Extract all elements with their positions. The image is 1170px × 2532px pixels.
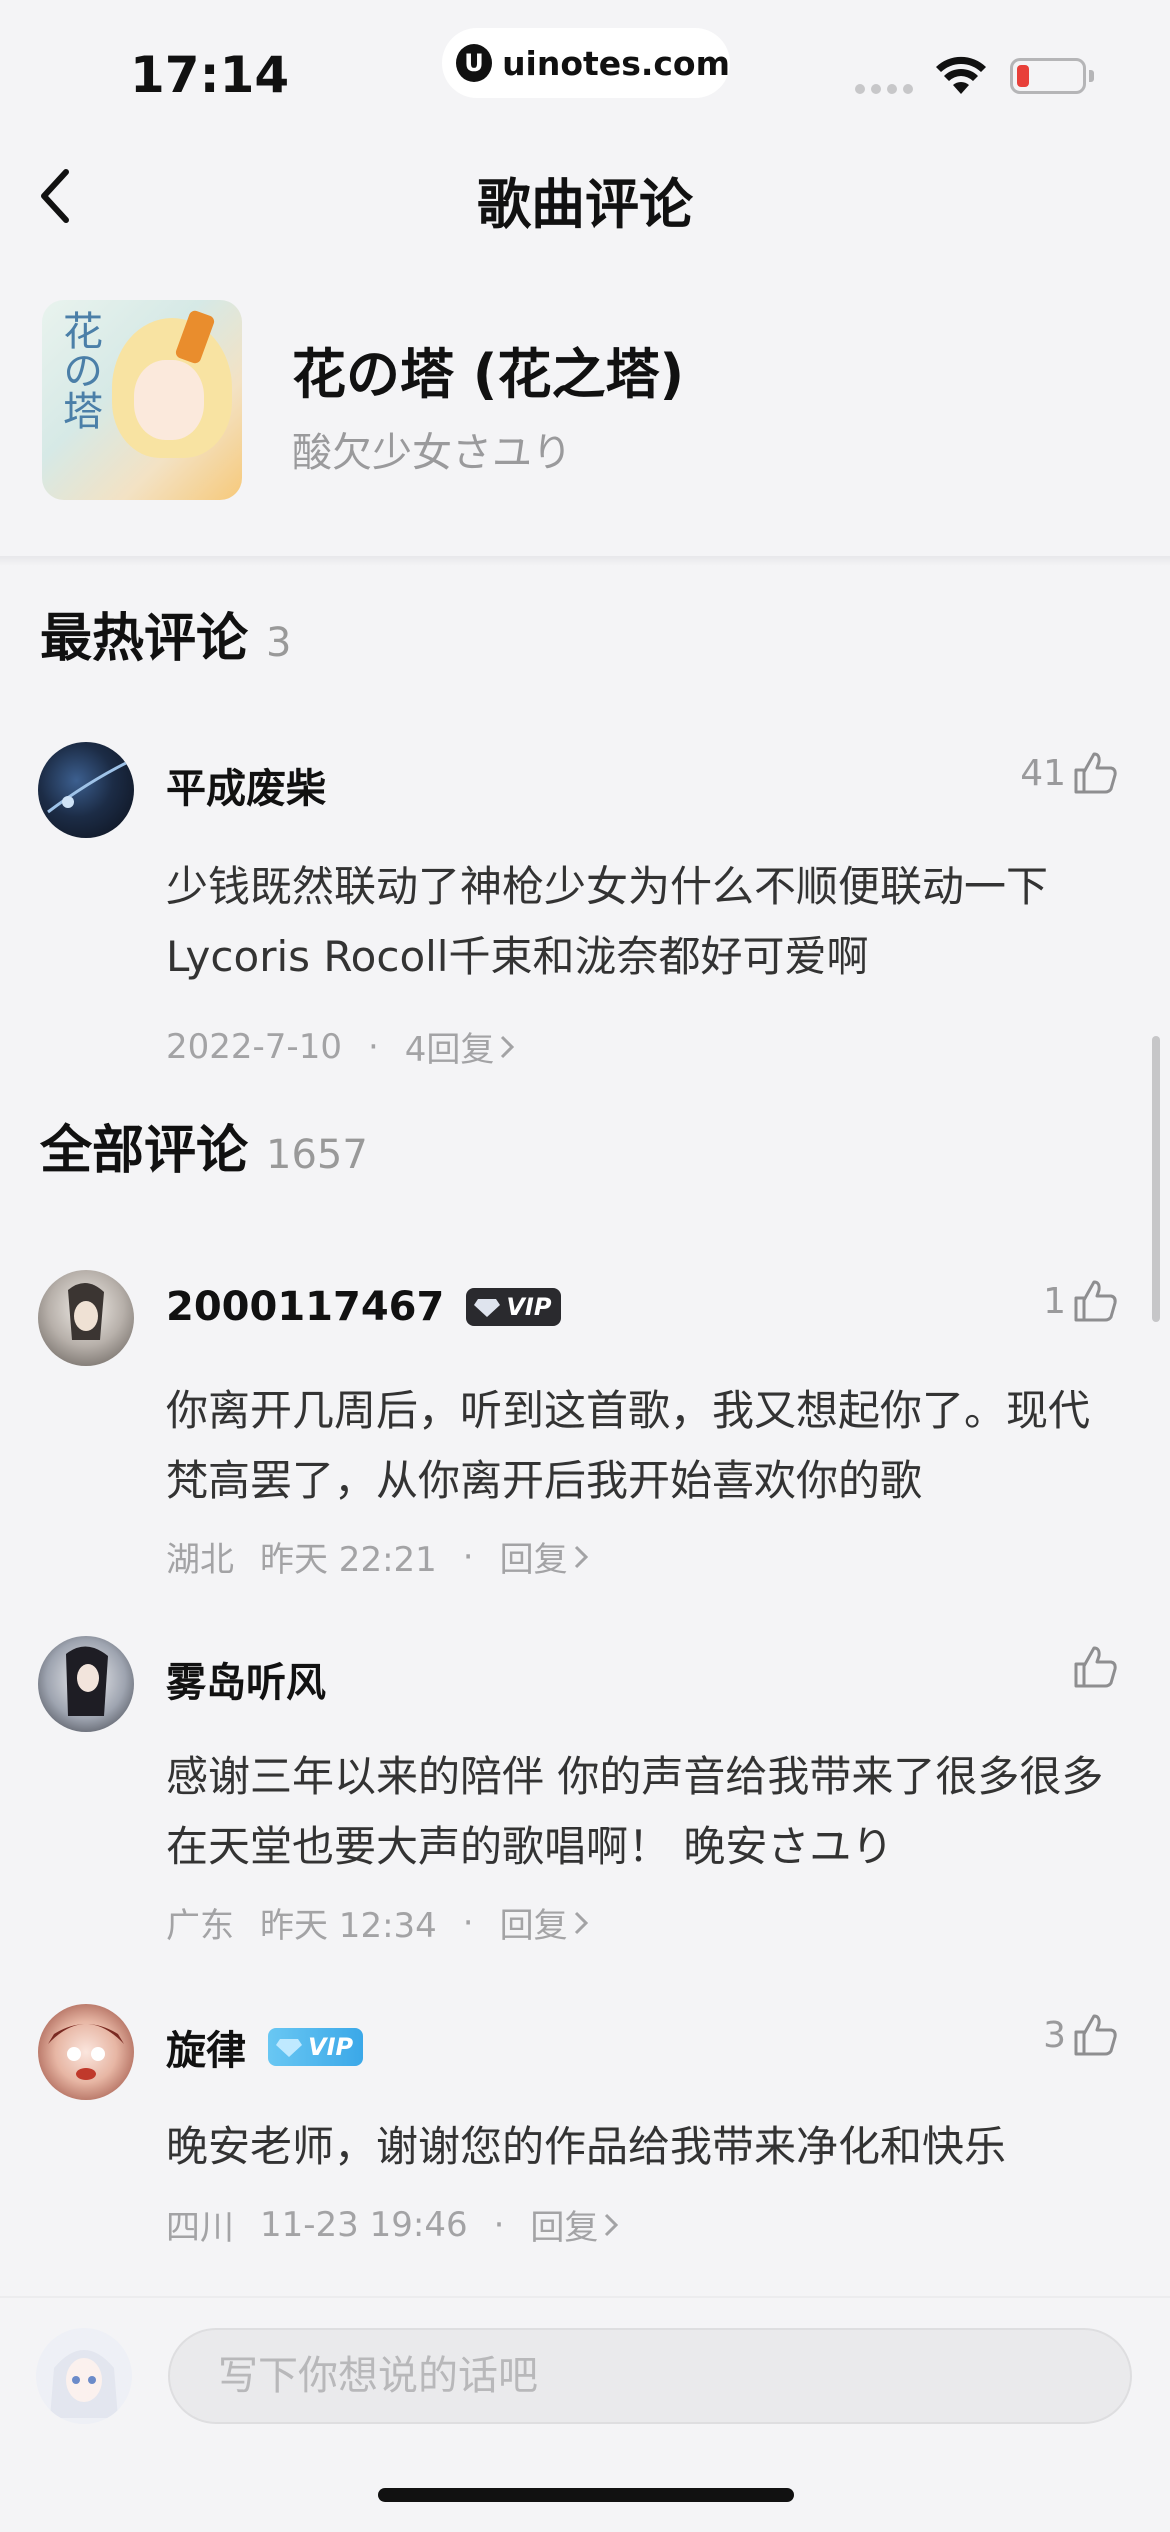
like-count: 41: [1020, 752, 1066, 794]
like-button[interactable]: 41: [1020, 748, 1120, 798]
watermark-text: uinotes.com: [502, 43, 730, 83]
section-title-hot-label: 最热评论: [40, 609, 249, 669]
comment-location: 湖北: [166, 1540, 234, 1580]
status-time: 17:14: [130, 46, 290, 104]
comment-time: 11-23 19:46: [260, 2204, 468, 2245]
avatar[interactable]: [38, 742, 134, 838]
divider: [0, 556, 1170, 566]
song-title: 花の塔 (花之塔): [292, 343, 685, 406]
comment-meta: 广东 昨天 12:34 · 回复: [166, 1898, 590, 1947]
reply-label[interactable]: 回复: [500, 1532, 568, 1581]
reply-label[interactable]: 回复: [530, 2200, 598, 2249]
thumbs-up-icon: [1074, 1280, 1117, 1322]
section-title-all-label: 全部评论: [40, 1121, 249, 1181]
comment-text: 感谢三年以来的陪伴 你的声音给我带来了很多很多 在天堂也要大声的歌唱啊！ 晚安さ…: [166, 1752, 1104, 1871]
reply-button[interactable]: 回复: [500, 1898, 590, 1947]
meta-separator: ·: [367, 1026, 379, 1067]
thumbs-up-icon: [1074, 752, 1117, 794]
like-button[interactable]: 1: [1043, 1276, 1120, 1326]
like-count: 3: [1043, 2014, 1066, 2056]
chevron-right-icon: [574, 1911, 588, 1934]
status-bar: 17:14 U uinotes.com: [0, 0, 1170, 150]
username-text[interactable]: 2000117467: [166, 1284, 444, 1330]
comment-date: 2022-7-10: [166, 1026, 342, 1067]
comment-time: 昨天 12:34: [260, 1906, 437, 1946]
all-count: 1657: [266, 1132, 368, 1178]
comment-meta: 2022-7-10 · 4回复: [166, 1022, 516, 1071]
reply-count[interactable]: 4回复: [405, 1022, 495, 1071]
avatar[interactable]: [38, 1636, 134, 1732]
reply-button[interactable]: 4回复: [405, 1022, 517, 1071]
wifi-icon: [936, 56, 986, 94]
my-avatar[interactable]: [36, 2328, 132, 2424]
music-note-icon: [276, 2039, 302, 2057]
comment-location: 四川: [166, 2208, 234, 2248]
comment-time: 昨天 22:21: [260, 1540, 437, 1580]
vip-label: VIP: [506, 1293, 552, 1321]
username[interactable]: 旋律 VIP: [166, 2018, 364, 2076]
reply-label[interactable]: 回复: [500, 1898, 568, 1947]
comment-text: 晚安老师，谢谢您的作品给我带来净化和快乐: [166, 2122, 1007, 2171]
watermark-badge: U uinotes.com: [442, 28, 730, 98]
meta-separator: ·: [462, 1902, 474, 1943]
album-cover[interactable]: 花の塔: [42, 300, 242, 500]
comment-text: 你离开几周后，听到这首歌，我又想起你了。现代梵高罢了，从你离开后我开始喜欢你的歌: [166, 1386, 1091, 1505]
reply-button[interactable]: 回复: [530, 2200, 620, 2249]
song-artist[interactable]: 酸欠少女さユり: [292, 420, 572, 478]
song-header[interactable]: 花の塔 花の塔 (花之塔) 酸欠少女さユり: [0, 280, 1170, 560]
chevron-right-icon: [605, 2213, 619, 2236]
comment-meta: 四川 11-23 19:46 · 回复: [166, 2200, 620, 2249]
diamond-icon: [474, 1299, 501, 1317]
battery-tip: [1089, 70, 1094, 82]
comment-input[interactable]: [168, 2328, 1132, 2424]
avatar[interactable]: [38, 2004, 134, 2100]
hot-count: 3: [266, 620, 292, 666]
vip-label: VIP: [308, 2033, 354, 2061]
section-title-all: 全部评论 1657: [40, 1108, 368, 1183]
username-text[interactable]: 旋律: [166, 2018, 246, 2076]
home-indicator[interactable]: [378, 2488, 794, 2502]
chevron-right-icon: [574, 1545, 588, 1568]
username[interactable]: 2000117467 VIP: [166, 1284, 562, 1330]
reply-button[interactable]: 回复: [500, 1532, 590, 1581]
like-count: 1: [1043, 1280, 1066, 1322]
thumbs-up-icon: [1074, 1646, 1117, 1688]
meta-separator: ·: [493, 2204, 505, 2245]
comment-text: 少钱既然联动了神枪少女为什么不顺便联动一下Lycoris Rocoll千束和泷奈…: [166, 862, 1049, 981]
username-text[interactable]: 平成废柴: [166, 756, 326, 814]
page-title: 歌曲评论: [477, 173, 693, 236]
like-button[interactable]: 3: [1043, 2010, 1120, 2060]
vip-badge: VIP: [268, 2028, 364, 2066]
scrollbar[interactable]: [1152, 1036, 1160, 1322]
avatar[interactable]: [38, 1270, 134, 1366]
section-title-hot: 最热评论 3: [40, 596, 291, 671]
battery-icon: [1010, 58, 1086, 94]
signal-icon: [855, 84, 913, 94]
username[interactable]: 雾岛听风: [166, 1650, 326, 1708]
album-cover-text: 花の塔: [56, 310, 102, 430]
meta-separator: ·: [462, 1536, 474, 1577]
username-text[interactable]: 雾岛听风: [166, 1650, 326, 1708]
username[interactable]: 平成废柴: [166, 756, 326, 814]
chevron-right-icon: [501, 1035, 515, 1058]
vip-badge: VIP: [466, 1288, 562, 1326]
like-button[interactable]: [1066, 1642, 1120, 1692]
comment-meta: 湖北 昨天 22:21 · 回复: [166, 1532, 590, 1581]
watermark-logo-icon: U: [456, 44, 493, 82]
comment-location: 广东: [166, 1906, 234, 1946]
thumbs-up-icon: [1074, 2014, 1117, 2056]
